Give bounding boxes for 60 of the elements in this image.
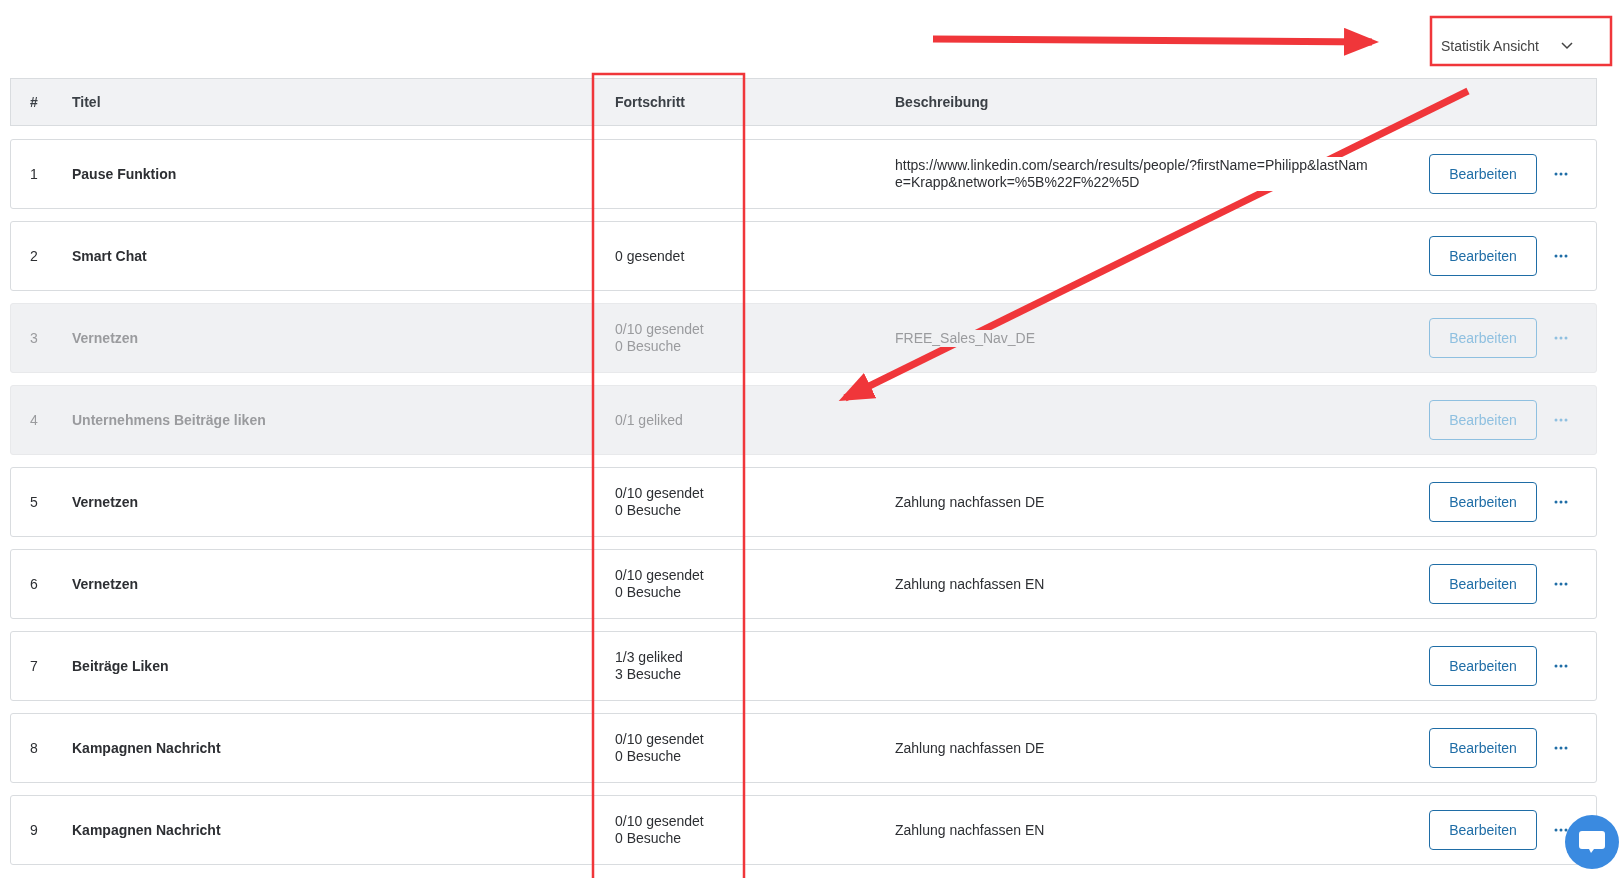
progress-text: 0/10 gesendet (615, 321, 705, 338)
row-title: Unternehmens Beiträge liken (72, 412, 267, 428)
more-icon[interactable] (1554, 172, 1568, 176)
row-title: Vernetzen (72, 576, 140, 592)
row-number: 9 (30, 822, 39, 838)
progress-text: 0/10 gesendet (615, 485, 705, 502)
column-header: Titel (72, 94, 102, 110)
column-header: Fortschritt (615, 94, 686, 110)
progress-text: 3 Besuche (615, 666, 683, 683)
chat-bubble-icon (1578, 829, 1606, 855)
progress-text: 0 Besuche (615, 748, 683, 765)
row-number: 6 (30, 576, 39, 592)
row-title: Beiträge Liken (72, 658, 170, 674)
progress-text: 1/3 geliked (615, 649, 684, 666)
chat-button[interactable] (1565, 815, 1619, 869)
row-number: 7 (30, 658, 39, 674)
column-header: # (30, 94, 39, 110)
progress-text: 0/1 geliked (615, 411, 684, 429)
progress-text: 0/10 gesendet (615, 731, 705, 748)
row-title: Smart Chat (72, 248, 148, 264)
progress-text: 0 Besuche (615, 830, 683, 847)
row-number: 2 (30, 248, 39, 264)
more-icon[interactable] (1554, 582, 1568, 586)
row-number: 5 (30, 494, 39, 510)
edit-button[interactable]: Bearbeiten (1429, 236, 1537, 276)
row-title: Vernetzen (72, 494, 140, 510)
row-number: 4 (30, 412, 39, 428)
progress-text: 0 Besuche (615, 338, 683, 355)
row-title: Kampagnen Nachricht (72, 822, 222, 838)
edit-button[interactable]: Bearbeiten (1429, 564, 1537, 604)
edit-button[interactable]: Bearbeiten (1429, 728, 1537, 768)
description-text: Zahlung nachfassen EN (895, 575, 1045, 593)
more-icon[interactable] (1554, 664, 1568, 668)
row-title: Kampagnen Nachricht (72, 740, 222, 756)
view-dropdown[interactable]: Statistik Ansicht (1432, 32, 1581, 60)
progress-text: 0 Besuche (615, 584, 683, 601)
row-number: 8 (30, 740, 39, 756)
edit-button[interactable]: Bearbeiten (1429, 154, 1537, 194)
edit-button[interactable]: Bearbeiten (1429, 646, 1537, 686)
description-text: FREE_Sales_Nav_DE (895, 329, 1036, 347)
more-icon[interactable] (1554, 746, 1568, 750)
progress-text: 0 Besuche (615, 502, 683, 519)
chevron-down-icon (1561, 42, 1573, 50)
row-number: 3 (30, 330, 39, 346)
description-text: https://www.linkedin.com/search/results/people/?firstName=Philipp&lastName=Krapp&network=%5B%22F%22%5D (895, 157, 1369, 191)
row-title: Pause Funktion (72, 166, 178, 182)
more-icon[interactable] (1554, 254, 1568, 258)
description-text: Zahlung nachfassen DE (895, 739, 1045, 757)
progress-text: 0/10 gesendet (615, 567, 705, 584)
progress-text: 0 gesendet (615, 247, 686, 265)
more-icon[interactable] (1554, 828, 1568, 832)
edit-button[interactable]: Bearbeiten (1429, 810, 1537, 850)
row-number: 1 (30, 166, 39, 182)
description-text: Zahlung nachfassen DE (895, 493, 1045, 511)
more-icon[interactable] (1554, 500, 1568, 504)
description-text: Zahlung nachfassen EN (895, 821, 1045, 839)
column-header: Beschreibung (895, 94, 990, 110)
progress-text: 0/10 gesendet (615, 813, 705, 830)
edit-button[interactable]: Bearbeiten (1429, 482, 1537, 522)
row-title: Vernetzen (72, 330, 140, 346)
